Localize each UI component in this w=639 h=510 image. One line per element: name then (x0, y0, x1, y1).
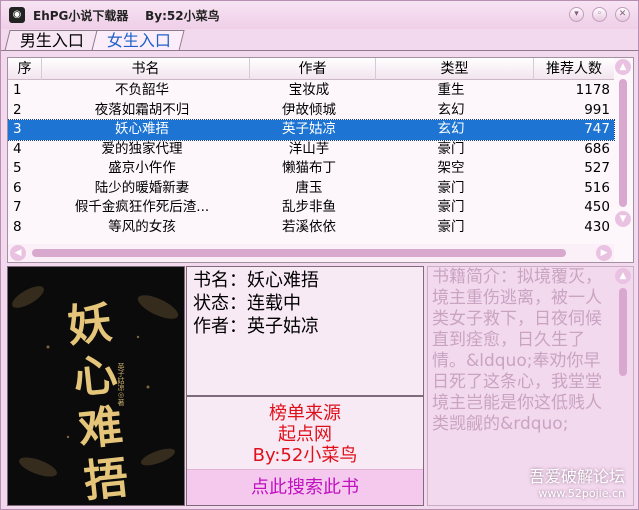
header-author[interactable]: 作者 (250, 58, 376, 80)
cell-recommend: 516 (584, 179, 610, 196)
scroll-down-icon[interactable]: ▼ (615, 211, 631, 227)
table-row[interactable]: 6 陆少的暖婚新妻 唐玉 豪门 516 (8, 179, 614, 199)
header-recommend[interactable]: 推荐人数 (534, 58, 614, 80)
tab-divider (1, 50, 638, 51)
cell-genre: 玄幻 (437, 101, 465, 118)
cell-index: 8 (13, 218, 22, 235)
scroll-right-icon[interactable]: ▶ (596, 245, 612, 261)
scroll-up-icon[interactable]: ▲ (615, 59, 631, 75)
book-status: 状态：连载中 (193, 293, 301, 314)
cell-author: 懒猫布丁 (282, 160, 336, 176)
cell-genre: 豪门 (437, 199, 465, 215)
cell-author: 伊故倾城 (282, 101, 336, 118)
cell-recommend: 430 (584, 218, 610, 235)
cell-index: 1 (13, 82, 22, 98)
cell-genre: 架空 (437, 160, 465, 176)
book-author: 作者：英子姑凉 (193, 316, 319, 337)
header-index[interactable]: 序 (8, 58, 42, 80)
cell-title: 妖心难捂 (115, 121, 169, 137)
tab-bar: 男生入口 女生入口 (4, 29, 185, 51)
app-icon: ◉ (9, 7, 25, 23)
cell-author: 若溪依依 (282, 218, 336, 235)
cell-author: 唐玉 (295, 179, 323, 196)
table-row[interactable]: 1 不负韶华 宝妆成 重生 1178 (8, 81, 614, 101)
window-controls: ▾ ◦ ✕ (569, 7, 630, 22)
site-watermark: 吾爱破解论坛 www.52pojie.cn (529, 467, 625, 501)
window-title: EhPG小说下载器 By:52小菜鸟 (33, 8, 220, 23)
scroll-left-icon[interactable]: ◀ (10, 245, 26, 261)
source-by: By:52小菜鸟 (252, 445, 358, 466)
cell-author: 英子姑凉 (282, 121, 336, 137)
title-bar: ◉ EhPG小说下载器 By:52小菜鸟 ▾ ◦ ✕ (1, 1, 638, 29)
detail-panel: 妖心难捂 英子姑凉◎著 书名：妖心难捂 状态：连载中 作者：英子姑凉 榜单来源 … (7, 266, 634, 506)
cell-genre: 豪门 (437, 218, 465, 235)
cell-recommend: 1178 (575, 82, 610, 98)
table-row[interactable]: 7 假千金疯狂作死后渣... 乱步非鱼 豪门 450 (8, 198, 614, 218)
book-name: 书名：妖心难捂 (193, 270, 319, 291)
cell-index: 2 (13, 101, 22, 118)
cell-genre: 重生 (437, 82, 465, 98)
cell-recommend: 991 (584, 101, 610, 118)
intro-text: 书籍简介：拟境覆灭，境主重伤逃离，被一人类女子救下，日夜伺候直到痊愈，日久生了情… (432, 267, 602, 434)
header-genre[interactable]: 类型 (376, 58, 534, 80)
tab-male-label: 男生入口 (19, 31, 84, 50)
cover-author: 英子姑凉◎著 (117, 363, 125, 406)
book-list[interactable]: 序 书名 作者 类型 推荐人数 1 不负韶华 宝妆成 重生 1178 2 夜落如霜胡不归 伊故… (7, 57, 634, 263)
book-cover-image: 妖心难捂 英子姑凉◎著 (7, 266, 185, 506)
cell-title: 夜落如霜胡不归 (94, 101, 190, 118)
cell-index: 4 (13, 140, 22, 157)
table-row[interactable]: 8 等风的女孩 若溪依依 豪门 430 (8, 218, 614, 238)
cell-recommend: 450 (584, 199, 610, 215)
cell-author: 乱步非鱼 (282, 199, 336, 215)
cell-title: 不负韶华 (115, 82, 169, 98)
cell-recommend: 686 (584, 140, 610, 157)
cell-title: 等风的女孩 (108, 218, 176, 235)
scroll-thumb-horizontal[interactable] (31, 249, 567, 257)
cell-genre: 玄幻 (437, 121, 465, 137)
source-site: 起点网 (278, 424, 332, 445)
table-row[interactable]: 5 盛京小仵作 懒猫布丁 架空 527 (8, 159, 614, 179)
list-horizontal-scrollbar[interactable]: ◀ ▶ (8, 244, 614, 262)
scroll-thumb[interactable] (619, 288, 627, 376)
table-row[interactable]: 4 爱的独家代理 洋山芋 豪门 686 (8, 140, 614, 160)
tab-male[interactable]: 男生入口 (4, 30, 98, 51)
cell-recommend: 747 (584, 121, 610, 137)
table-row[interactable]: 2 夜落如霜胡不归 伊故倾城 玄幻 991 (8, 101, 614, 121)
cell-author: 洋山芋 (288, 140, 330, 157)
list-vertical-scrollbar[interactable]: ▲ ▼ (614, 59, 632, 245)
minimize-icon[interactable]: ▾ (569, 7, 584, 22)
cell-index: 3 (13, 121, 22, 137)
cell-title: 假千金疯狂作死后渣... (74, 199, 210, 215)
source-heading: 榜单来源 (269, 403, 341, 424)
close-icon[interactable]: ✕ (615, 7, 630, 22)
cell-author: 宝妆成 (288, 82, 330, 98)
watermark-line2: www.52pojie.cn (538, 487, 625, 500)
cell-index: 7 (13, 199, 22, 215)
cell-title: 陆少的暖婚新妻 (94, 179, 190, 196)
book-info: 书名：妖心难捂 状态：连载中 作者：英子姑凉 (186, 266, 424, 396)
book-intro[interactable]: 书籍简介：拟境覆灭，境主重伤逃离，被一人类女子救下，日夜伺候直到痊愈，日久生了情… (427, 266, 634, 506)
cell-index: 5 (13, 160, 22, 176)
cell-recommend: 527 (584, 160, 610, 176)
tab-female[interactable]: 女生入口 (91, 30, 185, 51)
tab-female-label: 女生入口 (106, 31, 171, 50)
cell-index: 6 (13, 179, 22, 196)
scroll-thumb[interactable] (619, 79, 627, 207)
watermark-line1: 吾爱破解论坛 (528, 467, 625, 486)
list-header: 序 书名 作者 类型 推荐人数 (8, 58, 614, 80)
search-book-button[interactable]: 点此搜索此书 (187, 469, 423, 505)
source-panel: 榜单来源 起点网 By:52小菜鸟 点此搜索此书 (186, 396, 424, 506)
app-window: ◉ EhPG小说下载器 By:52小菜鸟 ▾ ◦ ✕ 男生入口 女生入口 序 书… (0, 0, 639, 510)
scroll-up-icon[interactable]: ▲ (615, 268, 631, 284)
cell-genre: 豪门 (437, 140, 465, 157)
header-title[interactable]: 书名 (42, 58, 250, 80)
cell-title: 盛京小仵作 (108, 160, 176, 176)
table-row[interactable]: 3 妖心难捂 英子姑凉 玄幻 747 (8, 119, 615, 141)
list-rows: 1 不负韶华 宝妆成 重生 1178 2 夜落如霜胡不归 伊故倾城 玄幻 991 3 妖心难捂 英子姑凉… (8, 81, 615, 238)
maximize-icon[interactable]: ◦ (592, 7, 607, 22)
cell-title: 爱的独家代理 (101, 140, 183, 157)
cell-genre: 豪门 (437, 179, 465, 196)
